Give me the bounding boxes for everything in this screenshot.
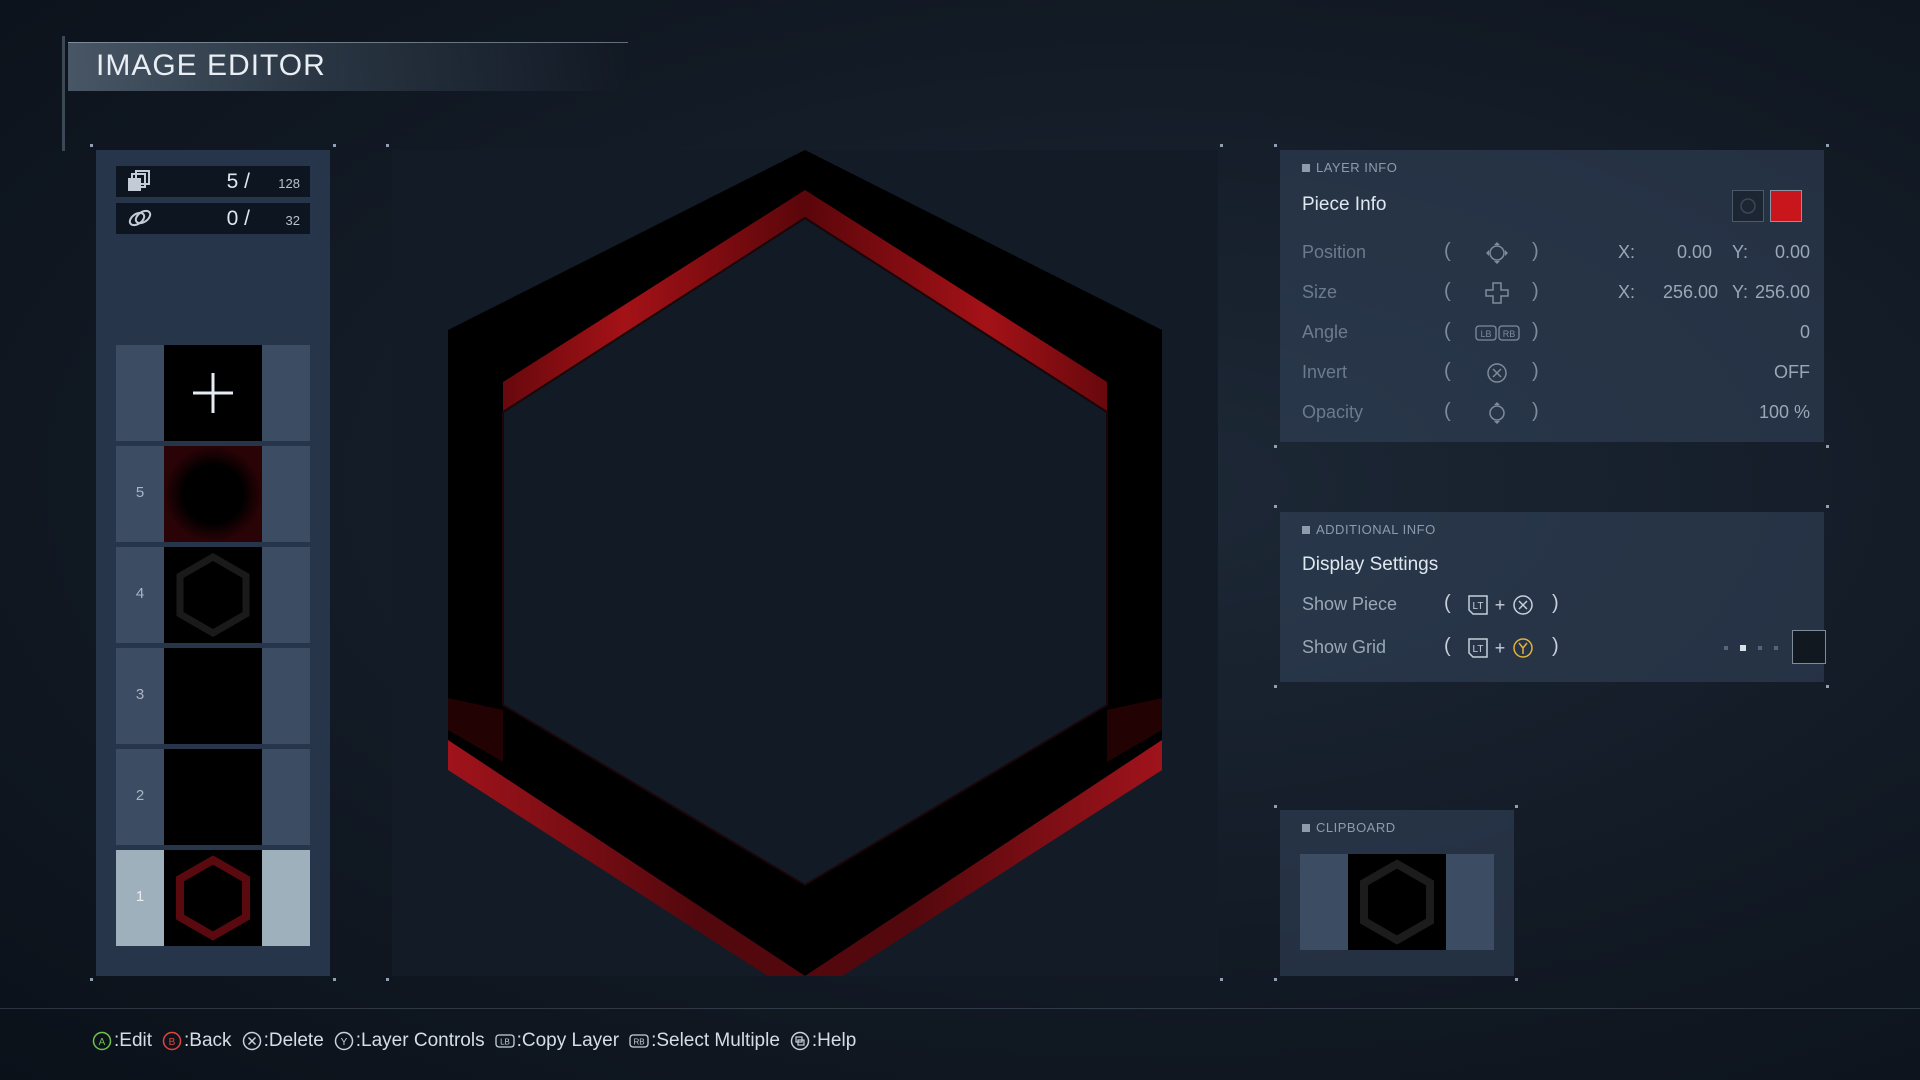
lb-button-icon: LB (494, 1034, 515, 1048)
layer-slot-3[interactable]: 3 (116, 648, 310, 744)
show-grid-row[interactable]: Show Grid ( LT + ) (1302, 630, 1826, 664)
svg-text:LB: LB (1480, 329, 1491, 339)
left-stick-icon (1486, 242, 1508, 264)
layer-number: 4 (135, 585, 145, 602)
layer-slot-5[interactable]: 5 (116, 446, 310, 542)
view-button-icon (790, 1031, 810, 1051)
clipboard-header: CLIPBOARD (1302, 820, 1396, 835)
clipboard-panel: CLIPBOARD (1280, 810, 1514, 976)
bottom-divider (0, 1008, 1920, 1009)
dpad-icon (1485, 282, 1509, 304)
svg-text:LT: LT (1473, 644, 1484, 655)
size-row[interactable]: Size ( ) X: 256.00 Y: 256.00 (1302, 278, 1810, 308)
right-stick-icon (1489, 402, 1505, 424)
piece-count-max: 128 (278, 176, 300, 191)
pieces-icon (128, 170, 150, 191)
link-icon (128, 209, 152, 227)
angle-row[interactable]: Angle ( LB RB ) 0 (1302, 318, 1810, 348)
y-button-icon: Y (334, 1031, 354, 1051)
lt-plus-x-icon: LT + (1468, 595, 1533, 615)
hint-edit: A :Edit (92, 1030, 152, 1052)
layer-thumbnail (164, 648, 262, 744)
svg-text:LT: LT (1473, 601, 1484, 612)
b-button-icon: B (162, 1031, 182, 1051)
clipboard-thumbnail (1348, 854, 1446, 950)
grid-color-swatch[interactable] (1792, 630, 1826, 664)
title-bar: IMAGE EDITOR (68, 42, 628, 91)
hint-copy-layer: LB :Copy Layer (494, 1030, 619, 1052)
button-hint-bar: A :Edit B :Back :Delete Y :Layer Control… (92, 1026, 862, 1056)
circle-icon (1740, 198, 1756, 214)
layer-slot-2[interactable]: 2 (116, 749, 310, 845)
layer-slot-1[interactable]: 1 (116, 850, 310, 946)
layer-thumbnail (164, 446, 262, 542)
add-layer-slot[interactable] (116, 345, 310, 441)
color-swatch-empty[interactable] (1732, 190, 1764, 222)
link-count-current: 0 / (226, 207, 250, 230)
layer-thumbnail (164, 749, 262, 845)
position-row[interactable]: Position ( ) X: 0.00 Y: 0.00 (1302, 238, 1810, 268)
opacity-row[interactable]: Opacity ( ) 100 % (1302, 398, 1810, 428)
hint-select-multiple: RB :Select Multiple (629, 1030, 780, 1052)
layer-number: 3 (135, 686, 145, 703)
invert-row[interactable]: Invert ( ) OFF (1302, 358, 1810, 388)
svg-text:A: A (99, 1037, 106, 1048)
piece-counter: 5 / 128 (116, 166, 310, 197)
image-canvas[interactable] (392, 150, 1218, 1000)
hexagon-emblem (448, 150, 1162, 1000)
hint-delete: :Delete (242, 1030, 324, 1052)
add-icon (193, 373, 233, 413)
color-swatch-red[interactable] (1770, 190, 1802, 222)
layer-info-panel: LAYER INFO Piece Info Position ( ) X: 0.… (1280, 150, 1824, 442)
link-counter: 0 / 32 (116, 203, 310, 234)
layer-thumbnail (164, 850, 262, 946)
link-count-max: 32 (285, 213, 300, 228)
layer-number: 1 (135, 888, 145, 905)
page-title: IMAGE EDITOR (96, 49, 326, 82)
svg-text:+: + (1495, 638, 1506, 658)
additional-info-header: ADDITIONAL INFO (1302, 522, 1436, 537)
piece-count-current: 5 / (226, 170, 250, 193)
x-button-icon (1487, 363, 1507, 383)
additional-info-panel: ADDITIONAL INFO Display Settings Show Pi… (1280, 512, 1826, 682)
layer-panel: 5 / 128 0 / 32 5 4 3 2 1 (96, 150, 330, 976)
svg-text:RB: RB (634, 1038, 645, 1047)
bumpers-icon: LB RB (1475, 325, 1520, 341)
svg-text:Y: Y (340, 1037, 347, 1048)
x-button-icon (242, 1031, 261, 1051)
svg-text:RB: RB (1503, 329, 1516, 339)
title-accent-line (62, 36, 65, 151)
rb-button-icon: RB (629, 1034, 649, 1048)
hint-layer-controls: Y :Layer Controls (334, 1030, 485, 1052)
clipboard-slot[interactable] (1300, 854, 1494, 950)
layer-info-header: LAYER INFO (1302, 160, 1397, 175)
svg-text:+: + (1495, 595, 1506, 615)
layer-slot-4[interactable]: 4 (116, 547, 310, 643)
layer-thumbnail (164, 547, 262, 643)
display-settings-title: Display Settings (1302, 554, 1439, 575)
lt-plus-y-icon: LT + (1468, 638, 1533, 658)
a-button-icon: A (92, 1031, 112, 1051)
svg-text:LB: LB (500, 1038, 510, 1047)
piece-info-title: Piece Info (1302, 194, 1387, 215)
hint-help: :Help (790, 1030, 856, 1052)
layer-number: 2 (135, 787, 145, 804)
grid-density-indicator[interactable] (1724, 645, 1784, 651)
svg-text:B: B (169, 1037, 176, 1048)
hint-back: B :Back (162, 1030, 232, 1052)
show-piece-row[interactable]: Show Piece ( LT + ) (1302, 590, 1810, 620)
layer-number: 5 (135, 484, 145, 501)
